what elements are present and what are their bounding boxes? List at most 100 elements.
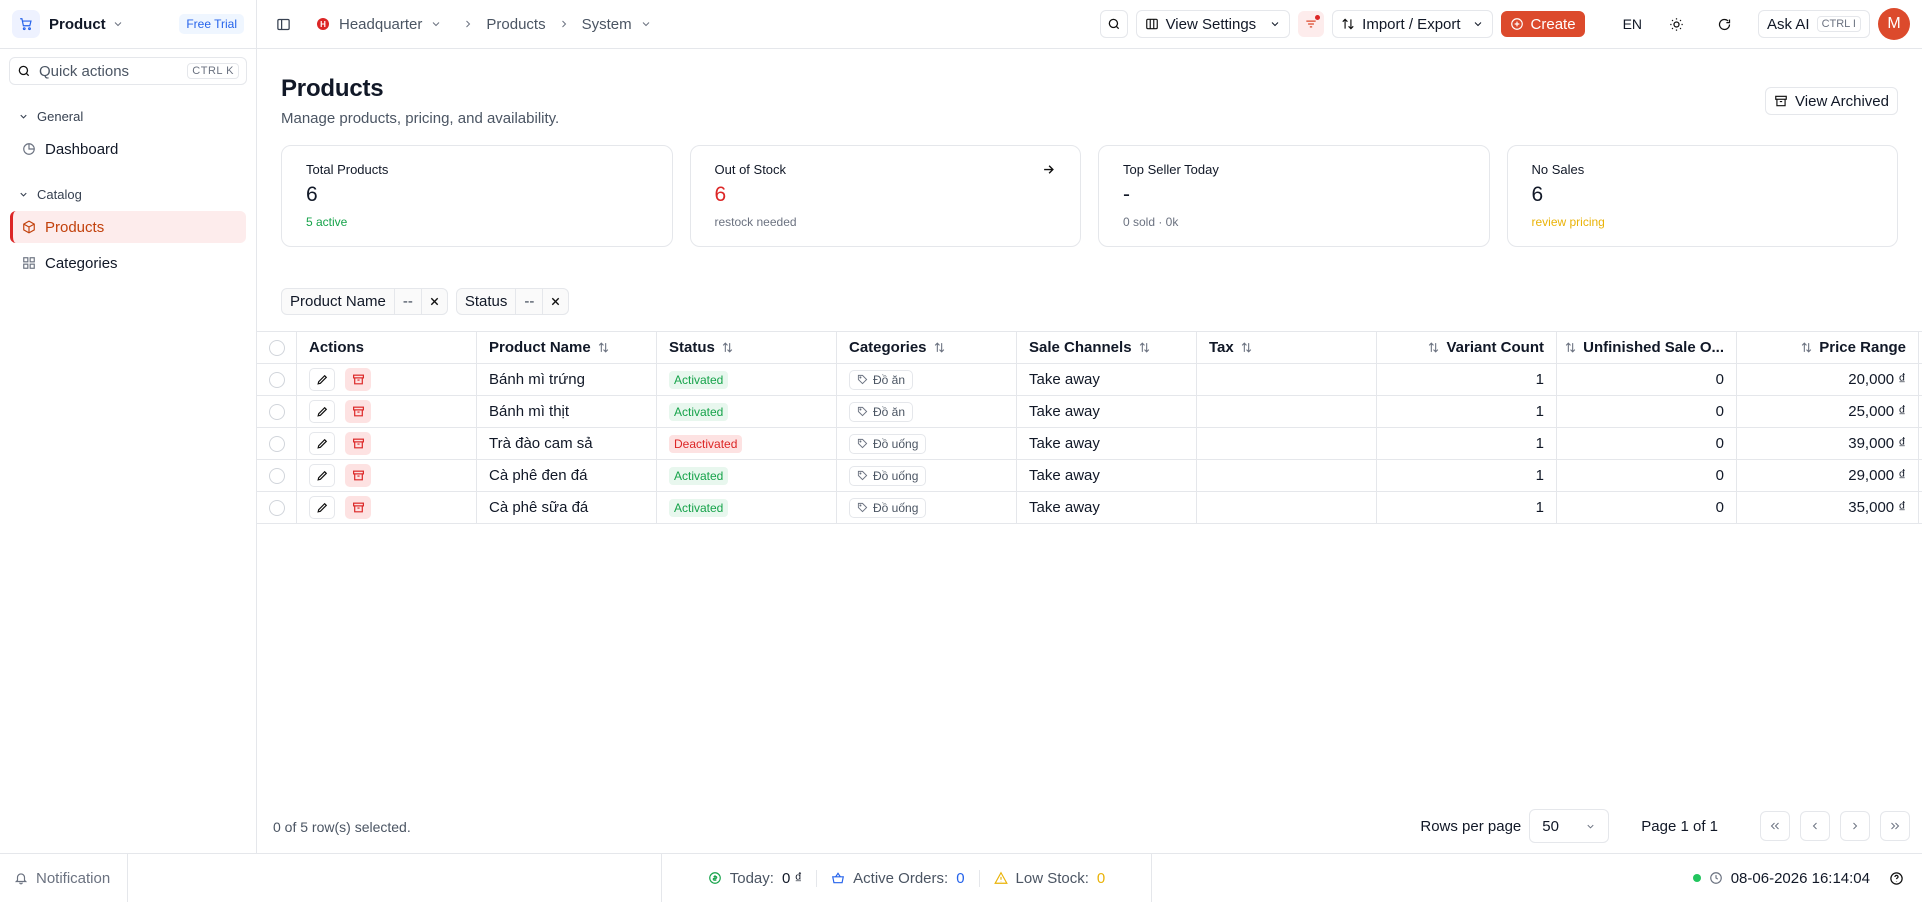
col-product-name[interactable]: Product Name	[477, 332, 657, 363]
sidebar-item-categories[interactable]: Categories	[10, 247, 246, 279]
row-checkbox[interactable]	[257, 460, 297, 491]
cell-product-name[interactable]: Cà phê đen đá	[477, 460, 657, 491]
breadcrumb-headquarter[interactable]: Headquarter	[339, 16, 422, 33]
search-icon	[1107, 17, 1121, 31]
row-actions	[297, 396, 477, 427]
sort-icon[interactable]	[1138, 341, 1151, 354]
card-out-of-stock[interactable]: Out of Stock 6 restock needed	[689, 145, 1081, 247]
refresh-button[interactable]	[1710, 10, 1738, 38]
first-page-button[interactable]	[1760, 811, 1790, 841]
cell-product-name[interactable]: Bánh mì thịt	[477, 396, 657, 427]
archive-button[interactable]	[345, 368, 371, 391]
edit-button[interactable]	[309, 400, 335, 423]
edit-button[interactable]	[309, 432, 335, 455]
theme-toggle-button[interactable]	[1662, 10, 1690, 38]
table-row[interactable]: Cà phê sữa đá Activated Đồ uống Take away 1 0…	[257, 492, 1922, 524]
category-tag[interactable]: Đồ uống	[849, 497, 927, 518]
edit-button[interactable]	[309, 496, 335, 519]
chevron-down-icon[interactable]	[640, 18, 652, 30]
rows-per-page-select[interactable]: 50	[1529, 809, 1610, 843]
view-settings-button[interactable]: View Settings	[1135, 10, 1291, 38]
col-categories[interactable]: Categories	[837, 332, 1017, 363]
avatar[interactable]: M	[1878, 8, 1910, 40]
sort-icon[interactable]	[597, 341, 610, 354]
category-tag[interactable]: Đồ uống	[849, 465, 927, 486]
category-tag[interactable]: Đồ ăn	[849, 369, 914, 390]
table-row[interactable]: Bánh mì trứng Activated Đồ ăn Take away 1 0 20…	[257, 364, 1922, 396]
sidebar-group-general[interactable]: General	[0, 105, 256, 127]
arrow-right-icon[interactable]	[1041, 162, 1056, 177]
table-row[interactable]: Bánh mì thịt Activated Đồ ăn Take away 1 0 25,…	[257, 396, 1922, 428]
breadcrumb-products[interactable]: Products	[486, 16, 545, 33]
archive-button[interactable]	[345, 464, 371, 487]
filter-status[interactable]: Status --	[455, 288, 570, 315]
chevron-down-icon[interactable]	[430, 18, 442, 30]
col-tax[interactable]: Tax	[1197, 332, 1377, 363]
footer-stats: Today: 0 ₫ Active Orders: 0 Low Stock: 0	[661, 854, 1152, 902]
filter-value[interactable]: --	[393, 289, 422, 314]
cell-product-name[interactable]: Bánh mì trứng	[477, 364, 657, 395]
col-variant-count[interactable]: Variant Count	[1377, 332, 1557, 363]
filter-button[interactable]	[1298, 11, 1325, 37]
sidebar-toggle-button[interactable]	[269, 10, 297, 38]
card-value: -	[1123, 183, 1130, 206]
col-unfinished-sale-orders[interactable]: Unfinished Sale O...	[1557, 332, 1737, 363]
archive-button[interactable]	[345, 400, 371, 423]
filter-active-dot	[1315, 15, 1321, 20]
chevron-down-icon	[18, 189, 29, 200]
sort-icon[interactable]	[1427, 341, 1440, 354]
table-row[interactable]: Cà phê đen đá Activated Đồ uống Take away 1 0…	[257, 460, 1922, 492]
archive-button[interactable]	[345, 432, 371, 455]
sort-icon[interactable]	[933, 341, 946, 354]
sort-icon[interactable]	[1800, 341, 1813, 354]
sidebar-group-catalog[interactable]: Catalog	[0, 183, 256, 205]
row-checkbox[interactable]	[257, 492, 297, 523]
sort-icon[interactable]	[1240, 341, 1253, 354]
table-row[interactable]: Trà đào cam sả Deactivated Đồ uống Take awa…	[257, 428, 1922, 460]
filter-product-name[interactable]: Product Name --	[281, 288, 448, 315]
previous-page-button[interactable]	[1800, 811, 1830, 841]
chevrons-right-icon	[1889, 820, 1901, 832]
trial-badge[interactable]: Free Trial	[179, 14, 244, 34]
breadcrumb-system[interactable]: System	[582, 16, 632, 33]
quick-actions-input[interactable]: Quick actions CTRL K	[9, 57, 247, 85]
language-switch[interactable]: EN	[1593, 16, 1654, 32]
row-checkbox[interactable]	[257, 396, 297, 427]
notification-button[interactable]: Notification	[0, 854, 128, 902]
archive-icon	[352, 501, 365, 514]
sidebar-item-dashboard[interactable]: Dashboard	[10, 133, 246, 165]
sort-icon[interactable]	[721, 341, 734, 354]
category-tag[interactable]: Đồ uống	[849, 433, 927, 454]
cell-product-name[interactable]: Cà phê sữa đá	[477, 492, 657, 523]
col-price-range[interactable]: Price Range	[1737, 332, 1919, 363]
ask-ai-label: Ask AI	[1767, 15, 1810, 33]
cell-price-range: 25,000 ₫	[1737, 396, 1919, 427]
close-icon[interactable]	[422, 289, 447, 314]
stat-label: Today:	[729, 869, 774, 887]
edit-button[interactable]	[309, 368, 335, 391]
sidebar-item-products[interactable]: Products	[10, 211, 246, 243]
search-button[interactable]	[1099, 10, 1128, 38]
view-archived-button[interactable]: View Archived	[1765, 87, 1898, 115]
last-page-button[interactable]	[1880, 811, 1910, 841]
app-switcher[interactable]: Product Free Trial	[0, 0, 256, 49]
select-all-checkbox[interactable]	[257, 332, 297, 363]
sort-icon[interactable]	[1564, 341, 1577, 354]
edit-button[interactable]	[309, 464, 335, 487]
cell-product-name[interactable]: Trà đào cam sả	[477, 428, 657, 459]
archive-button[interactable]	[345, 496, 371, 519]
col-sale-channels[interactable]: Sale Channels	[1017, 332, 1197, 363]
pencil-icon	[316, 437, 329, 450]
row-checkbox[interactable]	[257, 364, 297, 395]
help-button[interactable]	[1882, 864, 1910, 892]
row-checkbox[interactable]	[257, 428, 297, 459]
import-export-label: Import / Export	[1362, 15, 1461, 33]
next-page-button[interactable]	[1840, 811, 1870, 841]
close-icon[interactable]	[543, 289, 568, 314]
col-status[interactable]: Status	[657, 332, 837, 363]
category-tag[interactable]: Đồ ăn	[849, 401, 914, 422]
filter-value[interactable]: --	[515, 289, 544, 314]
create-button[interactable]: Create	[1500, 11, 1585, 37]
import-export-button[interactable]: Import / Export	[1332, 10, 1493, 38]
ask-ai-button[interactable]: Ask AI CTRL I	[1758, 10, 1870, 38]
